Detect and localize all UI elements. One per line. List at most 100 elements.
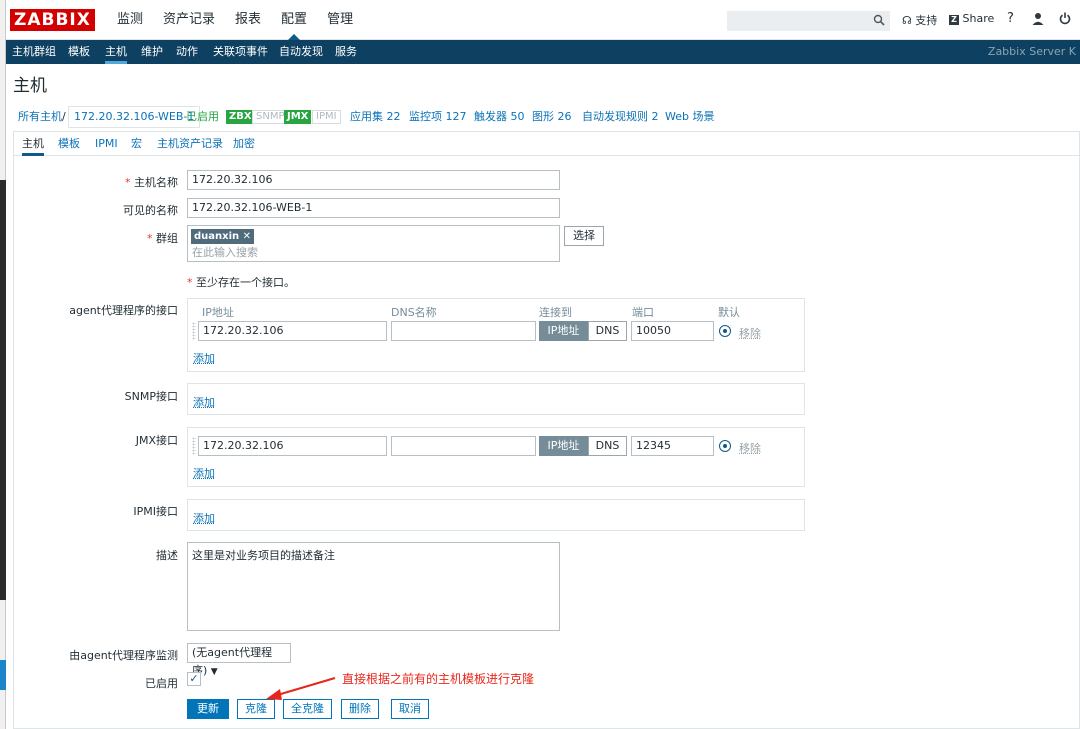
jmx-port-input[interactable]: 12345 (631, 436, 714, 456)
link-triggers[interactable]: 触发器 50 (474, 104, 525, 130)
share-icon: Z (949, 15, 959, 25)
submenu-templates[interactable]: 模板 (68, 40, 90, 64)
agent-port-input[interactable]: 10050 (631, 321, 714, 341)
tab-macros[interactable]: 宏 (131, 132, 142, 156)
link-discovery-rules[interactable]: 自动发现规则 2 (582, 104, 659, 130)
user-profile-icon[interactable] (1032, 12, 1044, 28)
form-tabs: 主机 模板 IPMI 宏 主机资产记录 加密 (14, 132, 1079, 156)
proxy-select[interactable]: (无agent代理程序) ▼ (187, 643, 291, 677)
drag-handle-icon[interactable] (192, 322, 196, 340)
agent-add-link[interactable]: 添加 (193, 350, 215, 366)
zabbix-logo[interactable]: ZABBIX (10, 9, 95, 31)
menu-reports[interactable]: 报表 (225, 0, 271, 40)
jmx-ip-input[interactable]: 172.20.32.106 (198, 436, 387, 456)
global-search-input[interactable] (727, 11, 890, 31)
breadcrumb-current-host[interactable]: 172.20.32.106-WEB-1 (68, 106, 201, 128)
tab-host[interactable]: 主机 (22, 132, 44, 156)
menu-configuration[interactable]: 配置 (271, 0, 317, 40)
background-window-strip (0, 0, 6, 729)
menu-administration[interactable]: 管理 (317, 0, 363, 40)
top-header: ZABBIX 监测 资产记录 报表 配置 管理 ☊ 支持 Z Share ? (0, 0, 1080, 40)
breadcrumb-all-hosts[interactable]: 所有主机 (18, 104, 62, 130)
headset-icon: ☊ (902, 14, 912, 27)
ipmi-add-link[interactable]: 添加 (193, 510, 215, 526)
share-link[interactable]: Z Share (949, 12, 994, 25)
clone-button[interactable]: 克隆 (237, 699, 275, 719)
enabled-label: 已启用 (145, 677, 178, 690)
link-graphs[interactable]: 图形 26 (532, 104, 572, 130)
submenu-actions[interactable]: 动作 (176, 40, 198, 64)
submenu-hosts[interactable]: 主机 (105, 40, 127, 64)
jmx-remove-link[interactable]: 移除 (739, 440, 761, 456)
jmx-default-radio[interactable] (719, 440, 731, 452)
agent-connect-dns-toggle[interactable]: DNS (588, 321, 627, 341)
hostname-input[interactable]: 172.20.32.106 (187, 170, 560, 190)
jmx-connect-ip-toggle[interactable]: IP地址 (539, 436, 588, 456)
dropdown-arrow-icon: ▼ (210, 667, 218, 677)
agent-interface-panel: IP地址 DNS名称 连接到 端口 默认 172.20.32.106 IP地址 … (187, 298, 805, 372)
agent-remove-link[interactable]: 移除 (739, 325, 761, 341)
agent-ip-input[interactable]: 172.20.32.106 (198, 321, 387, 341)
link-web-scenarios[interactable]: Web 场景 (665, 104, 714, 130)
breadcrumb-separator: / (62, 110, 66, 123)
interface-required-note: * 至少存在一个接口。 (187, 276, 295, 289)
delete-button[interactable]: 删除 (341, 699, 379, 719)
col-connect-header: 连接到 (539, 306, 572, 319)
proxy-label: 由agent代理程序监测 (69, 649, 178, 662)
jmx-interface-label: JMX接口 (135, 434, 178, 447)
tab-inventory[interactable]: 主机资产记录 (157, 132, 223, 156)
jmx-connect-dns-toggle[interactable]: DNS (588, 436, 627, 456)
col-port-header: 端口 (632, 306, 654, 319)
help-icon[interactable]: ? (1007, 11, 1014, 26)
visible-name-label: 可见的名称 (123, 204, 178, 217)
submenu-services[interactable]: 服务 (335, 40, 357, 64)
description-textarea[interactable]: 这里是对业务项目的描述备注 (187, 542, 560, 631)
annotation-arrow-icon (266, 677, 336, 700)
cancel-button[interactable]: 取消 (391, 699, 429, 719)
agent-interface-label: agent代理程序的接口 (69, 304, 178, 317)
tab-ipmi[interactable]: IPMI (95, 132, 118, 156)
remove-tag-icon[interactable]: ✕ (243, 231, 251, 242)
search-icon[interactable] (873, 14, 885, 29)
drag-handle-icon[interactable] (192, 437, 196, 455)
submenu-discovery[interactable]: 自动发现 (279, 40, 323, 64)
full-clone-button[interactable]: 全克隆 (283, 699, 332, 719)
col-default-header: 默认 (718, 306, 740, 319)
description-label: 描述 (156, 549, 178, 562)
hostname-label: * 主机名称 (125, 176, 178, 189)
col-dns-header: DNS名称 (391, 306, 437, 319)
groups-search-input[interactable]: 在此输入搜索 (192, 244, 258, 262)
submenu-maintenance[interactable]: 维护 (141, 40, 163, 64)
visible-name-input[interactable]: 172.20.32.106-WEB-1 (187, 198, 560, 218)
sub-menu: 主机群组 模板 主机 维护 动作 关联项事件 自动发现 服务 Zabbix Se… (0, 40, 1080, 64)
page-title: 主机 (13, 76, 47, 96)
jmx-add-link[interactable]: 添加 (193, 465, 215, 481)
logout-icon[interactable] (1059, 12, 1071, 28)
ipmi-interface-label: IPMI接口 (133, 505, 178, 518)
select-groups-button[interactable]: 选择 (564, 226, 604, 246)
link-items[interactable]: 监控项 127 (409, 104, 467, 130)
ipmi-interface-panel: 添加 (187, 499, 805, 531)
support-link[interactable]: ☊ 支持 (902, 12, 937, 28)
tab-templates[interactable]: 模板 (58, 132, 80, 156)
host-status-enabled[interactable]: 已启用 (186, 104, 219, 130)
enabled-checkbox[interactable]: ✓ (187, 672, 201, 686)
submenu-host-groups[interactable]: 主机群组 (12, 40, 56, 64)
agent-connect-ip-toggle[interactable]: IP地址 (539, 321, 588, 341)
update-button[interactable]: 更新 (187, 699, 229, 719)
submenu-event-correlation[interactable]: 关联项事件 (213, 40, 268, 64)
snmp-interface-panel: 添加 (187, 383, 805, 415)
breadcrumb: 所有主机 / 172.20.32.106-WEB-1 已启用 ZBX SNMP … (13, 104, 1080, 130)
tab-encryption[interactable]: 加密 (233, 132, 255, 156)
menu-inventory[interactable]: 资产记录 (153, 0, 225, 40)
link-applications[interactable]: 应用集 22 (350, 104, 401, 130)
snmp-add-link[interactable]: 添加 (193, 394, 215, 410)
menu-monitoring[interactable]: 监测 (107, 0, 153, 40)
group-tag-duanxin[interactable]: duanxin ✕ (191, 229, 255, 244)
server-name: Zabbix Server K (987, 45, 1076, 58)
jmx-dns-input[interactable] (391, 436, 536, 456)
groups-multiselect[interactable]: duanxin ✕ 在此输入搜索 (187, 225, 560, 262)
agent-dns-input[interactable] (391, 321, 536, 341)
agent-default-radio[interactable] (719, 325, 731, 337)
snmp-interface-label: SNMP接口 (124, 390, 178, 403)
